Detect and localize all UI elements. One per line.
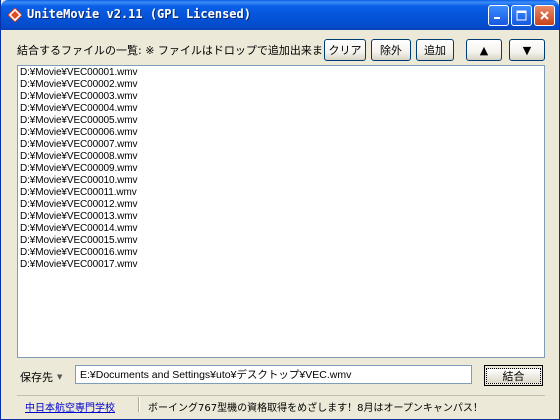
close-icon — [540, 11, 549, 20]
title-bar[interactable]: UniteMovie v2.11 (GPL Licensed) — [1, 0, 559, 30]
list-item[interactable]: D:¥Movie¥VEC00009.wmv — [20, 163, 544, 175]
file-list[interactable]: D:¥Movie¥VEC00001.wmv D:¥Movie¥VEC00002.… — [17, 65, 545, 358]
list-item[interactable]: D:¥Movie¥VEC00003.wmv — [20, 91, 544, 103]
window-title: UniteMovie v2.11 (GPL Licensed) — [27, 7, 251, 21]
list-item[interactable]: D:¥Movie¥VEC00013.wmv — [20, 211, 544, 223]
diamond-icon[interactable] — [7, 7, 23, 23]
status-message: ボーイング767型機の資格取得をめざします！8月はオープンキャンパス！ — [148, 403, 483, 414]
close-button[interactable] — [534, 5, 555, 26]
list-item[interactable]: D:¥Movie¥VEC00002.wmv — [20, 79, 544, 91]
move-up-button[interactable]: ▲ — [466, 39, 502, 61]
list-item[interactable]: D:¥Movie¥VEC00016.wmv — [20, 247, 544, 259]
file-list-label: 結合するファイルの一覧: ※ ファイルはドロップで追加出来ます。 — [17, 44, 344, 57]
chevron-down-icon: ▼ — [57, 373, 63, 381]
list-item[interactable]: D:¥Movie¥VEC00005.wmv — [20, 115, 544, 127]
ad-link[interactable]: 中日本航空専門学校 — [25, 399, 115, 414]
move-down-button[interactable]: ▼ — [509, 39, 545, 61]
save-destination-label: 保存先 — [20, 371, 53, 384]
list-item[interactable]: D:¥Movie¥VEC00017.wmv — [20, 259, 544, 271]
maximize-icon — [516, 10, 527, 21]
status-divider — [138, 397, 140, 412]
save-path-input[interactable] — [75, 365, 472, 384]
app-window: UniteMovie v2.11 (GPL Licensed) 結合するファイル… — [0, 0, 560, 420]
minimize-icon — [494, 17, 500, 19]
list-item[interactable]: D:¥Movie¥VEC00007.wmv — [20, 139, 544, 151]
status-bar: 中日本航空専門学校 ボーイング767型機の資格取得をめざします！8月はオープンキ… — [17, 395, 545, 414]
list-item[interactable]: D:¥Movie¥VEC00011.wmv — [20, 187, 544, 199]
list-item[interactable]: D:¥Movie¥VEC00014.wmv — [20, 223, 544, 235]
remove-button[interactable]: 除外 — [371, 39, 411, 61]
list-item[interactable]: D:¥Movie¥VEC00001.wmv — [20, 67, 544, 79]
list-item[interactable]: D:¥Movie¥VEC00004.wmv — [20, 103, 544, 115]
save-destination-button[interactable]: 保存先 ▼ — [17, 366, 69, 388]
list-item[interactable]: D:¥Movie¥VEC00015.wmv — [20, 235, 544, 247]
list-item[interactable]: D:¥Movie¥VEC00010.wmv — [20, 175, 544, 187]
add-button[interactable]: 追加 — [416, 39, 454, 61]
maximize-button[interactable] — [511, 5, 532, 26]
minimize-button[interactable] — [488, 5, 509, 26]
combine-button-face: 結合 — [486, 367, 541, 384]
combine-label: 結合 — [502, 369, 525, 383]
list-item[interactable]: D:¥Movie¥VEC00012.wmv — [20, 199, 544, 211]
list-item[interactable]: D:¥Movie¥VEC00006.wmv — [20, 127, 544, 139]
clear-button[interactable]: クリア — [324, 39, 366, 61]
list-item[interactable]: D:¥Movie¥VEC00008.wmv — [20, 151, 544, 163]
combine-button[interactable]: 結合 — [484, 365, 543, 386]
